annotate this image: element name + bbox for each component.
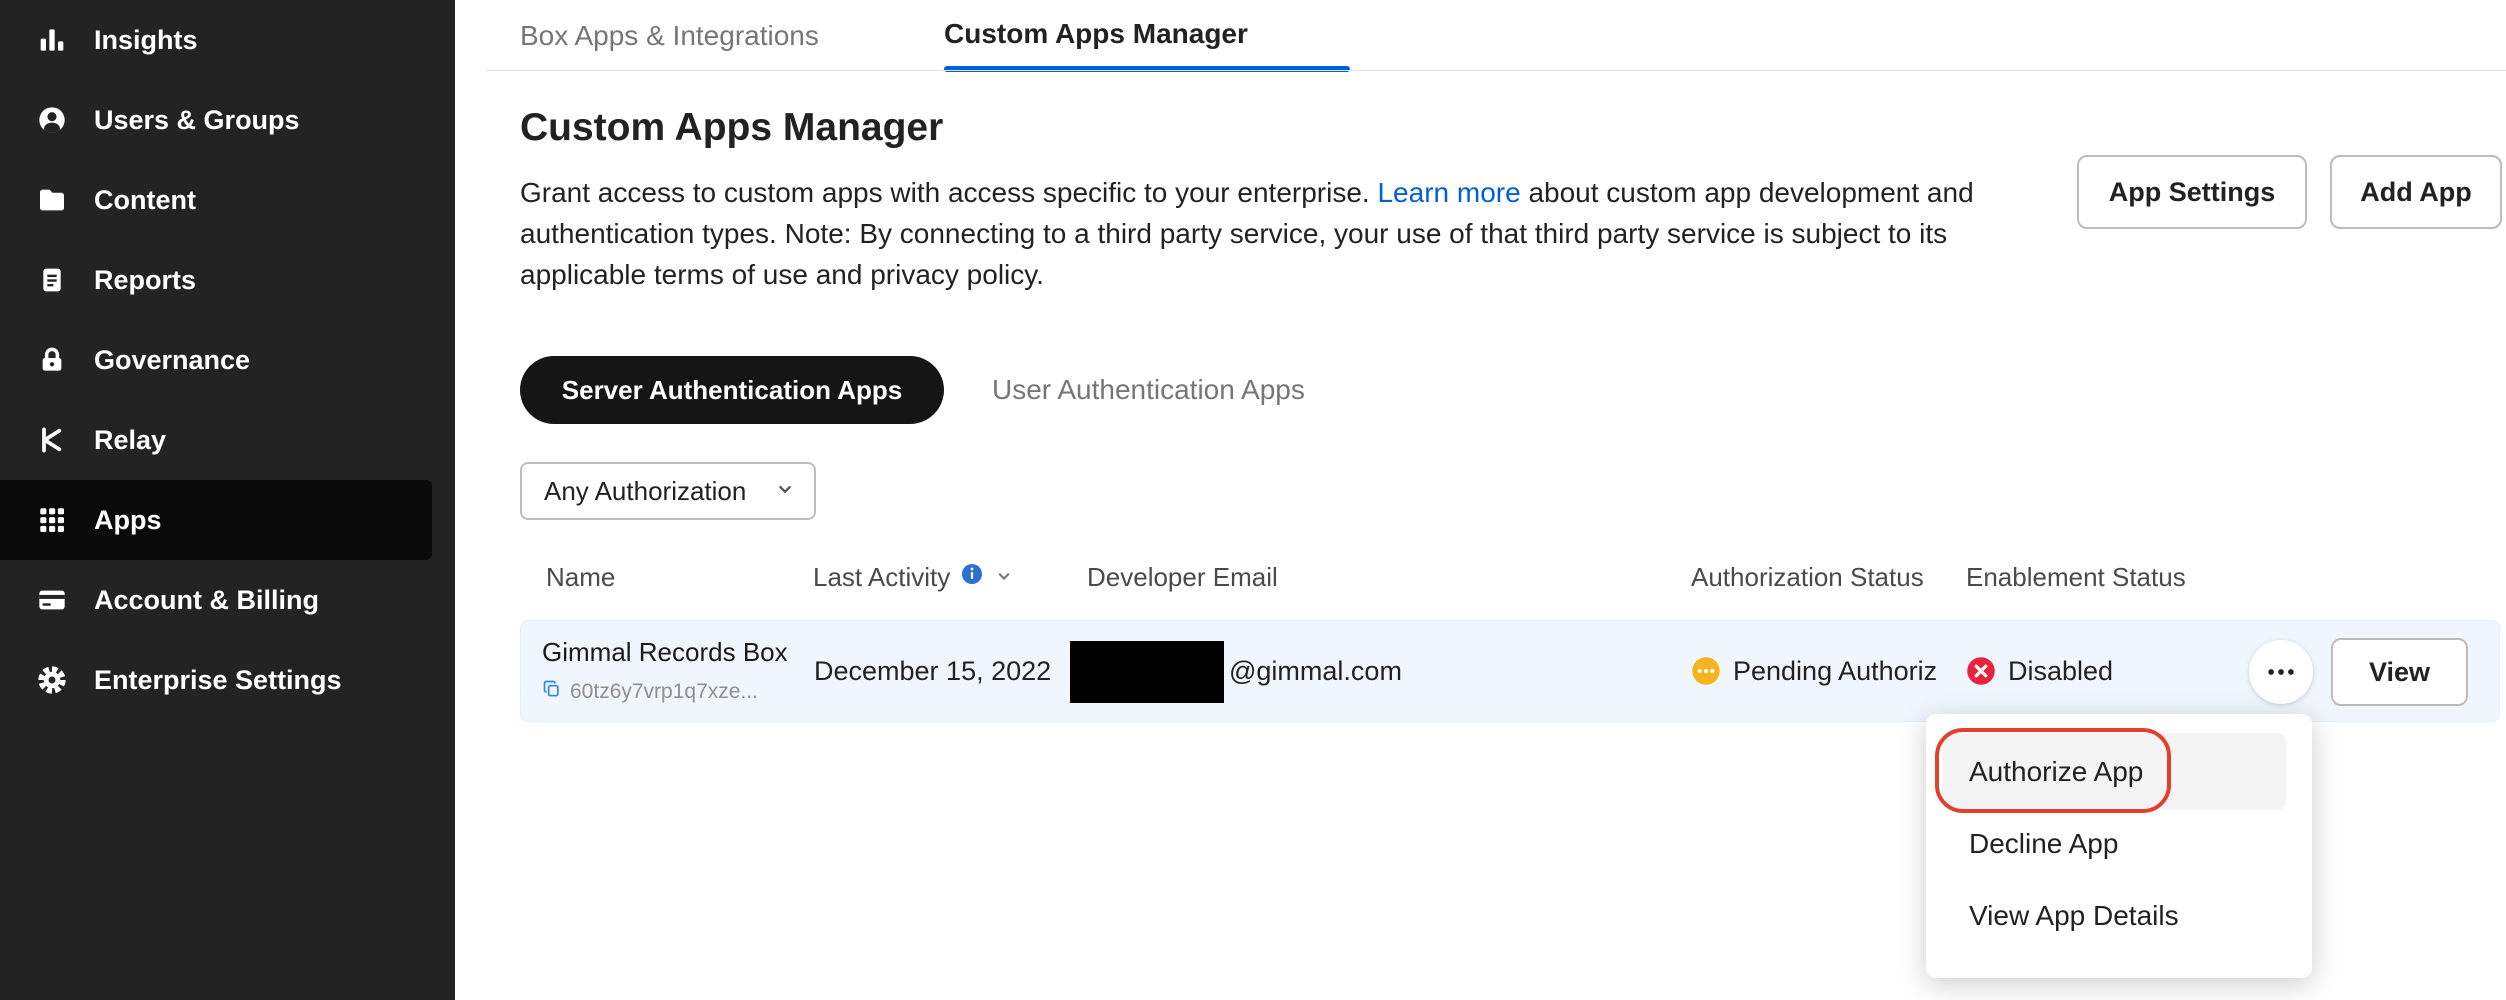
credit-card-icon <box>36 584 68 616</box>
page-title: Custom Apps Manager <box>520 106 943 150</box>
authorization-status-text: Pending Authoriz <box>1733 656 1937 687</box>
workflow-branch-icon <box>36 424 68 456</box>
column-header-enablement-status: Enablement Status <box>1966 562 2186 593</box>
sidebar: Insights Users & Groups Content Reports <box>0 0 455 1000</box>
report-document-icon <box>36 264 68 296</box>
learn-more-link[interactable]: Learn more <box>1377 177 1520 208</box>
view-button[interactable]: View <box>2331 638 2468 706</box>
last-activity-cell: December 15, 2022 <box>814 621 1051 721</box>
sidebar-item-account-billing[interactable]: Account & Billing <box>0 560 455 640</box>
tab-box-apps-integrations[interactable]: Box Apps & Integrations <box>520 20 819 52</box>
sidebar-item-governance[interactable]: Governance <box>0 320 455 400</box>
column-header-label: Last Activity <box>813 562 950 593</box>
copy-icon[interactable] <box>542 679 562 705</box>
sidebar-item-users-groups[interactable]: Users & Groups <box>0 80 455 160</box>
disabled-status-icon <box>1966 656 1996 686</box>
admin-console-page: Insights Users & Groups Content Reports <box>0 0 2506 1000</box>
active-tab-indicator <box>944 66 1350 72</box>
sidebar-item-label: Relay <box>94 425 166 456</box>
user-auth-apps-toggle[interactable]: User Authentication Apps <box>992 356 1305 424</box>
apps-grid-icon <box>36 504 68 536</box>
column-header-authorization-status: Authorization Status <box>1691 562 1924 593</box>
folder-icon <box>36 184 68 216</box>
enablement-status-text: Disabled <box>2008 656 2113 687</box>
menu-item-decline-app[interactable]: Decline App <box>1969 828 2118 860</box>
gear-icon <box>36 664 68 696</box>
email-suffix: @gimmal.com <box>1229 621 1402 721</box>
chevron-down-icon <box>774 476 796 507</box>
tab-custom-apps-manager[interactable]: Custom Apps Manager <box>944 18 1248 50</box>
bar-chart-icon <box>36 24 68 56</box>
row-actions-menu: Authorize App Decline App View App Detai… <box>1926 714 2312 978</box>
sort-chevron-down-icon[interactable] <box>994 562 1014 593</box>
table-row[interactable]: Gimmal Records Box 60tz6y7vrp1q7xze... D… <box>520 620 2500 722</box>
sidebar-item-relay[interactable]: Relay <box>0 400 455 480</box>
enablement-status-cell: Disabled <box>1966 621 2113 721</box>
sidebar-item-apps[interactable]: Apps <box>0 480 432 560</box>
sidebar-item-insights[interactable]: Insights <box>0 0 455 80</box>
lock-icon <box>36 344 68 376</box>
sidebar-item-label: Users & Groups <box>94 105 300 136</box>
sidebar-item-label: Enterprise Settings <box>94 665 342 696</box>
info-icon[interactable] <box>960 562 984 593</box>
app-id-line: 60tz6y7vrp1q7xze... <box>542 679 758 705</box>
menu-item-view-app-details[interactable]: View App Details <box>1969 900 2179 932</box>
sidebar-item-label: Reports <box>94 265 196 296</box>
page-description: Grant access to custom apps with access … <box>520 172 1985 295</box>
sidebar-item-label: Apps <box>94 505 162 536</box>
pending-status-icon <box>1691 656 1721 686</box>
authorization-filter-dropdown[interactable]: Any Authorization <box>520 462 816 520</box>
ellipsis-icon <box>2264 655 2298 689</box>
app-name: Gimmal Records Box <box>542 637 788 668</box>
sidebar-item-label: Account & Billing <box>94 585 319 616</box>
app-settings-button[interactable]: App Settings <box>2077 155 2307 229</box>
sidebar-item-reports[interactable]: Reports <box>0 240 455 320</box>
sidebar-item-content[interactable]: Content <box>0 160 455 240</box>
person-icon <box>36 104 68 136</box>
menu-item-authorize-app[interactable]: Authorize App <box>1942 733 2286 810</box>
description-text: Grant access to custom apps with access … <box>520 177 1377 208</box>
column-header-name: Name <box>546 562 615 593</box>
add-app-button[interactable]: Add App <box>2330 155 2502 229</box>
sidebar-item-label: Insights <box>94 25 198 56</box>
redacted-email-block <box>1070 641 1224 703</box>
app-id-text: 60tz6y7vrp1q7xze... <box>570 680 758 704</box>
sidebar-item-label: Governance <box>94 345 250 376</box>
sidebar-item-label: Content <box>94 185 196 216</box>
column-header-last-activity[interactable]: Last Activity <box>813 562 1014 593</box>
sidebar-item-enterprise-settings[interactable]: Enterprise Settings <box>0 640 455 720</box>
server-auth-apps-toggle[interactable]: Server Authentication Apps <box>520 356 944 424</box>
more-options-button[interactable] <box>2249 640 2313 704</box>
column-header-developer-email: Developer Email <box>1087 562 1278 593</box>
authorization-status-cell: Pending Authoriz <box>1691 621 1946 721</box>
tabs-divider <box>486 70 2506 71</box>
filter-selected-value: Any Authorization <box>544 476 746 507</box>
